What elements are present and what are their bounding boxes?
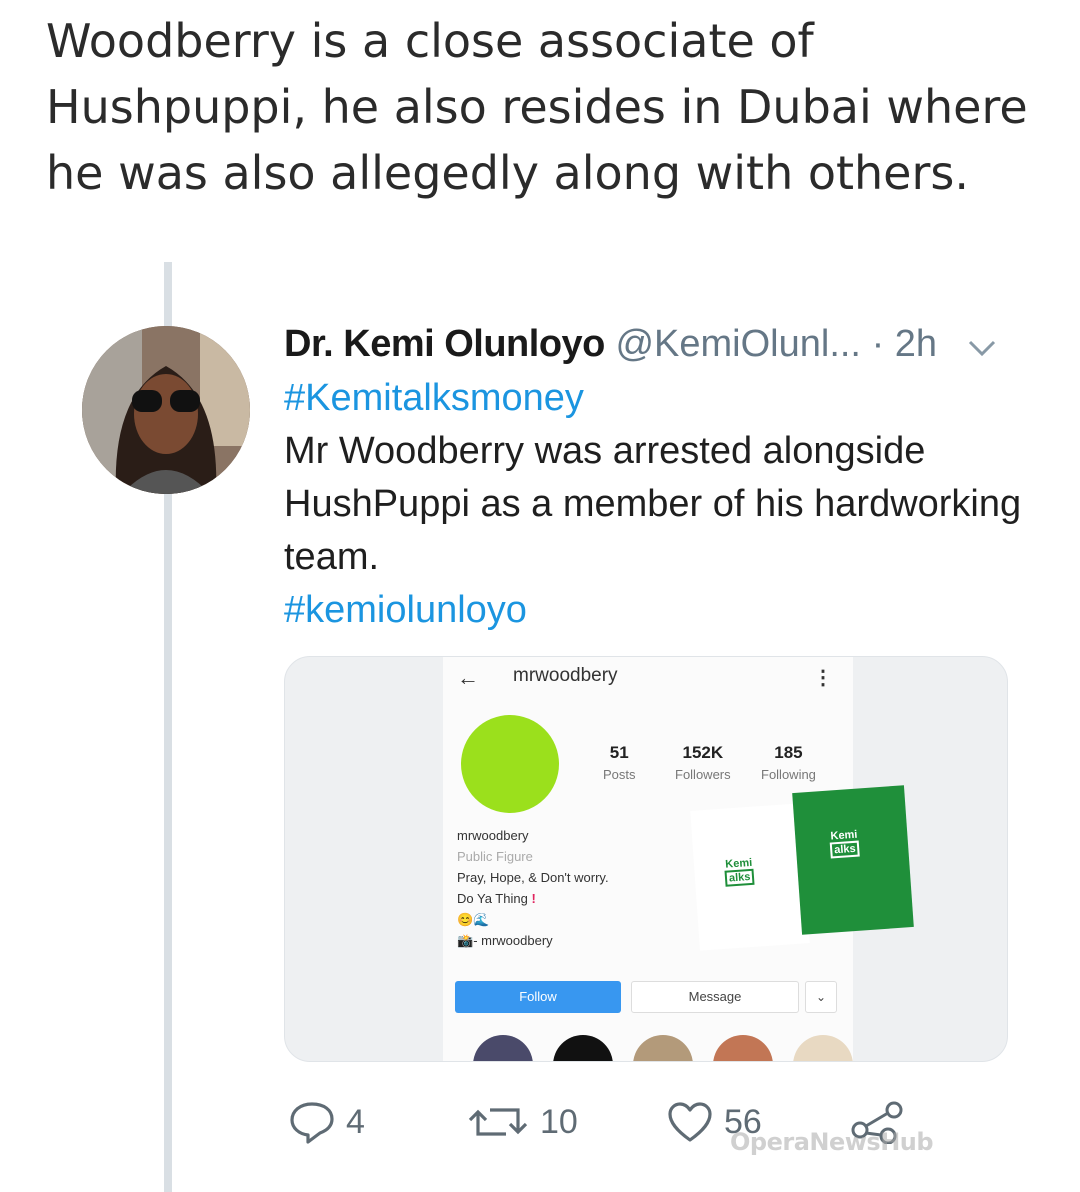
bio-line-1: Pray, Hope, & Don't worry. — [457, 870, 609, 885]
reply-count: 4 — [346, 1102, 365, 1141]
stat-label: Followers — [675, 767, 731, 782]
more-options-icon: ⋮ — [813, 667, 833, 689]
back-arrow-icon: ← — [457, 665, 479, 690]
brand-card-white: Kemi alks — [690, 803, 810, 951]
tweet-header: Dr. Kemi Olunloyo @KemiOlunl... · 2h — [284, 320, 937, 368]
chevron-down-icon: ⌄ — [805, 981, 837, 1013]
retweet-count: 10 — [540, 1102, 578, 1141]
bio-link: mrwoodbery — [481, 933, 553, 948]
camera-icon: 📸 — [457, 933, 474, 948]
story-highlight — [713, 1035, 773, 1061]
tweet-body: #Kemitalksmoney Mr Woodberry was arreste… — [284, 372, 1024, 637]
bio-mark: ! — [531, 891, 536, 906]
author-handle[interactable]: @KemiOlunl... — [615, 323, 861, 365]
stat-value: 185 — [774, 743, 803, 762]
story-highlight — [793, 1035, 853, 1061]
avatar-photo — [82, 326, 250, 494]
bio-line-2-row: Do Ya Thing ! — [457, 888, 677, 909]
avatar[interactable] — [82, 326, 250, 494]
profile-picture — [461, 715, 559, 813]
stat-value: 51 — [609, 743, 629, 762]
bio-emoji: 😊🌊 — [457, 912, 490, 927]
message-button: Message — [631, 981, 799, 1013]
bio-line-2: Do Ya Thing — [457, 891, 528, 906]
bio-link-row: 📸- mrwoodbery — [457, 933, 553, 948]
stat-label: Following — [761, 767, 816, 782]
hashtag-kemiolunloyo[interactable]: #kemiolunloyo — [284, 584, 1024, 637]
story-highlight — [633, 1035, 693, 1061]
follow-button: Follow — [455, 981, 621, 1013]
brand-card-text: Kemi alks — [829, 829, 861, 859]
reply-icon — [290, 1102, 334, 1144]
stat-following: 185 Following — [761, 743, 816, 782]
author-name[interactable]: Dr. Kemi Olunloyo — [284, 323, 605, 365]
stat-label: Posts — [603, 767, 636, 782]
story-highlight — [553, 1035, 613, 1061]
watermark: OperaNewsHub — [730, 1128, 934, 1156]
brand-card-green: Kemi alks — [792, 785, 914, 935]
reply-button[interactable]: 4 — [288, 1100, 365, 1144]
profile-topbar: ← mrwoodbery ⋮ — [443, 657, 853, 701]
hashtag-kemitalksmoney[interactable]: #Kemitalksmoney — [284, 372, 1024, 425]
stat-posts: 51 Posts — [603, 743, 636, 782]
bio-category: Public Figure — [457, 849, 533, 864]
tweet-text: Mr Woodberry was arrested alongside Hush… — [284, 430, 1022, 578]
profile-bio: mrwoodbery Public Figure Pray, Hope, & D… — [457, 825, 677, 951]
story-highlight — [473, 1035, 533, 1061]
stat-followers: 152K Followers — [675, 743, 731, 782]
chevron-down-icon[interactable] — [964, 334, 1000, 367]
retweet-icon — [468, 1108, 528, 1136]
profile-username: mrwoodbery — [513, 665, 618, 686]
stat-value: 152K — [682, 743, 724, 762]
tweet-time: · 2h — [871, 323, 938, 365]
retweet-button[interactable]: 10 — [466, 1100, 578, 1144]
heart-icon — [668, 1102, 712, 1142]
headline: Woodberry is a close associate of Hushpu… — [46, 14, 1028, 200]
brand-card-text: Kemi alks — [724, 857, 755, 887]
tweet-media[interactable]: ← mrwoodbery ⋮ 51 Posts 152K Followers 1… — [284, 656, 1008, 1062]
bio-name: mrwoodbery — [457, 828, 529, 843]
